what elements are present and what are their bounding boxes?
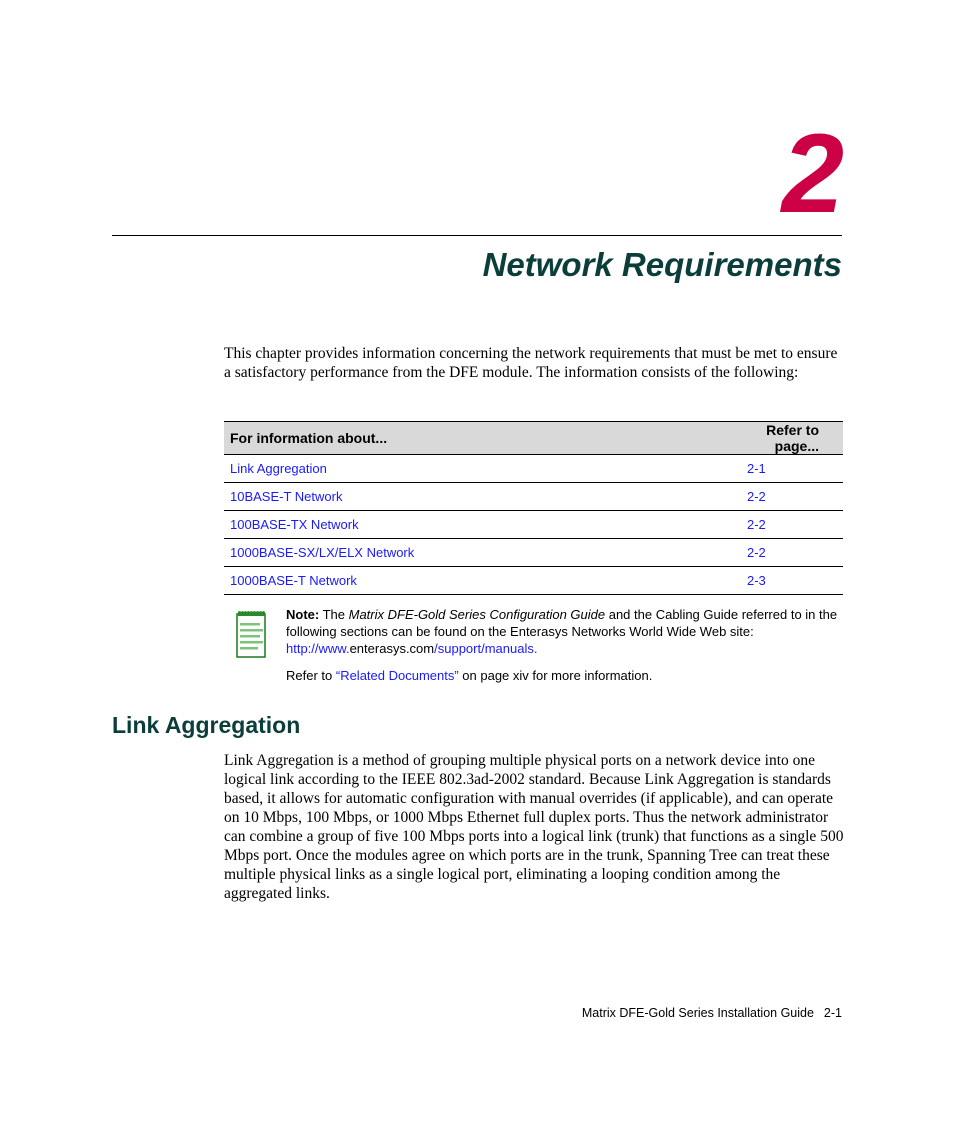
table-row: 100BASE-TX Network 2-2 <box>224 510 843 539</box>
table-row: Link Aggregation 2-1 <box>224 454 843 483</box>
notepad-icon <box>236 611 266 658</box>
refer-text: Refer to “Related Documents” on page xiv… <box>286 668 653 683</box>
page-footer: Matrix DFE-Gold Series Installation Guid… <box>582 1006 842 1020</box>
note-box: Note: The Matrix DFE-Gold Series Configu… <box>286 606 846 684</box>
table-row: 1000BASE-T Network 2-3 <box>224 566 843 595</box>
url-domain: enterasys.com <box>349 641 435 656</box>
note-text: Note: The Matrix DFE-Gold Series Configu… <box>286 607 838 656</box>
topic-link[interactable]: Link Aggregation <box>224 454 747 483</box>
column-header-page: Refer to page... <box>747 421 843 455</box>
related-documents-link[interactable]: “Related Documents” <box>336 668 459 683</box>
chapter-number: 2 <box>781 111 844 236</box>
section-body: Link Aggregation is a method of grouping… <box>224 752 844 902</box>
topic-table-header: For information about... Refer to page..… <box>224 421 843 455</box>
table-row: 10BASE-T Network 2-2 <box>224 482 843 511</box>
chapter-divider <box>112 235 842 236</box>
topic-link[interactable]: 1000BASE-SX/LX/ELX Network <box>224 538 747 567</box>
topic-link[interactable]: 100BASE-TX Network <box>224 510 747 539</box>
note-label: Note: <box>286 607 320 622</box>
url-link-part1[interactable]: http://www. <box>286 641 350 656</box>
footer-guide-title: Matrix DFE-Gold Series Installation Guid… <box>581 1006 814 1020</box>
column-header-topic: For information about... <box>224 421 747 455</box>
topic-link[interactable]: 1000BASE-T Network <box>224 566 747 595</box>
footer-page-number: 2-1 <box>823 1006 842 1020</box>
page-link[interactable]: 2-3 <box>747 566 843 595</box>
section-heading: Link Aggregation <box>112 712 301 738</box>
intro-paragraph: This chapter provides information concer… <box>224 345 838 381</box>
guide-title: Matrix DFE-Gold Series Configuration Gui… <box>348 607 606 622</box>
url-link-part2[interactable]: /support/manuals. <box>434 641 537 656</box>
topic-table: For information about... Refer to page..… <box>224 421 843 595</box>
chapter-title: Network Requirements <box>482 246 842 283</box>
page-link[interactable]: 2-1 <box>747 454 843 483</box>
page-link[interactable]: 2-2 <box>747 538 843 567</box>
table-row: 1000BASE-SX/LX/ELX Network 2-2 <box>224 538 843 567</box>
topic-link[interactable]: 10BASE-T Network <box>224 482 747 511</box>
page-link[interactable]: 2-2 <box>747 510 843 539</box>
page-link[interactable]: 2-2 <box>747 482 843 511</box>
